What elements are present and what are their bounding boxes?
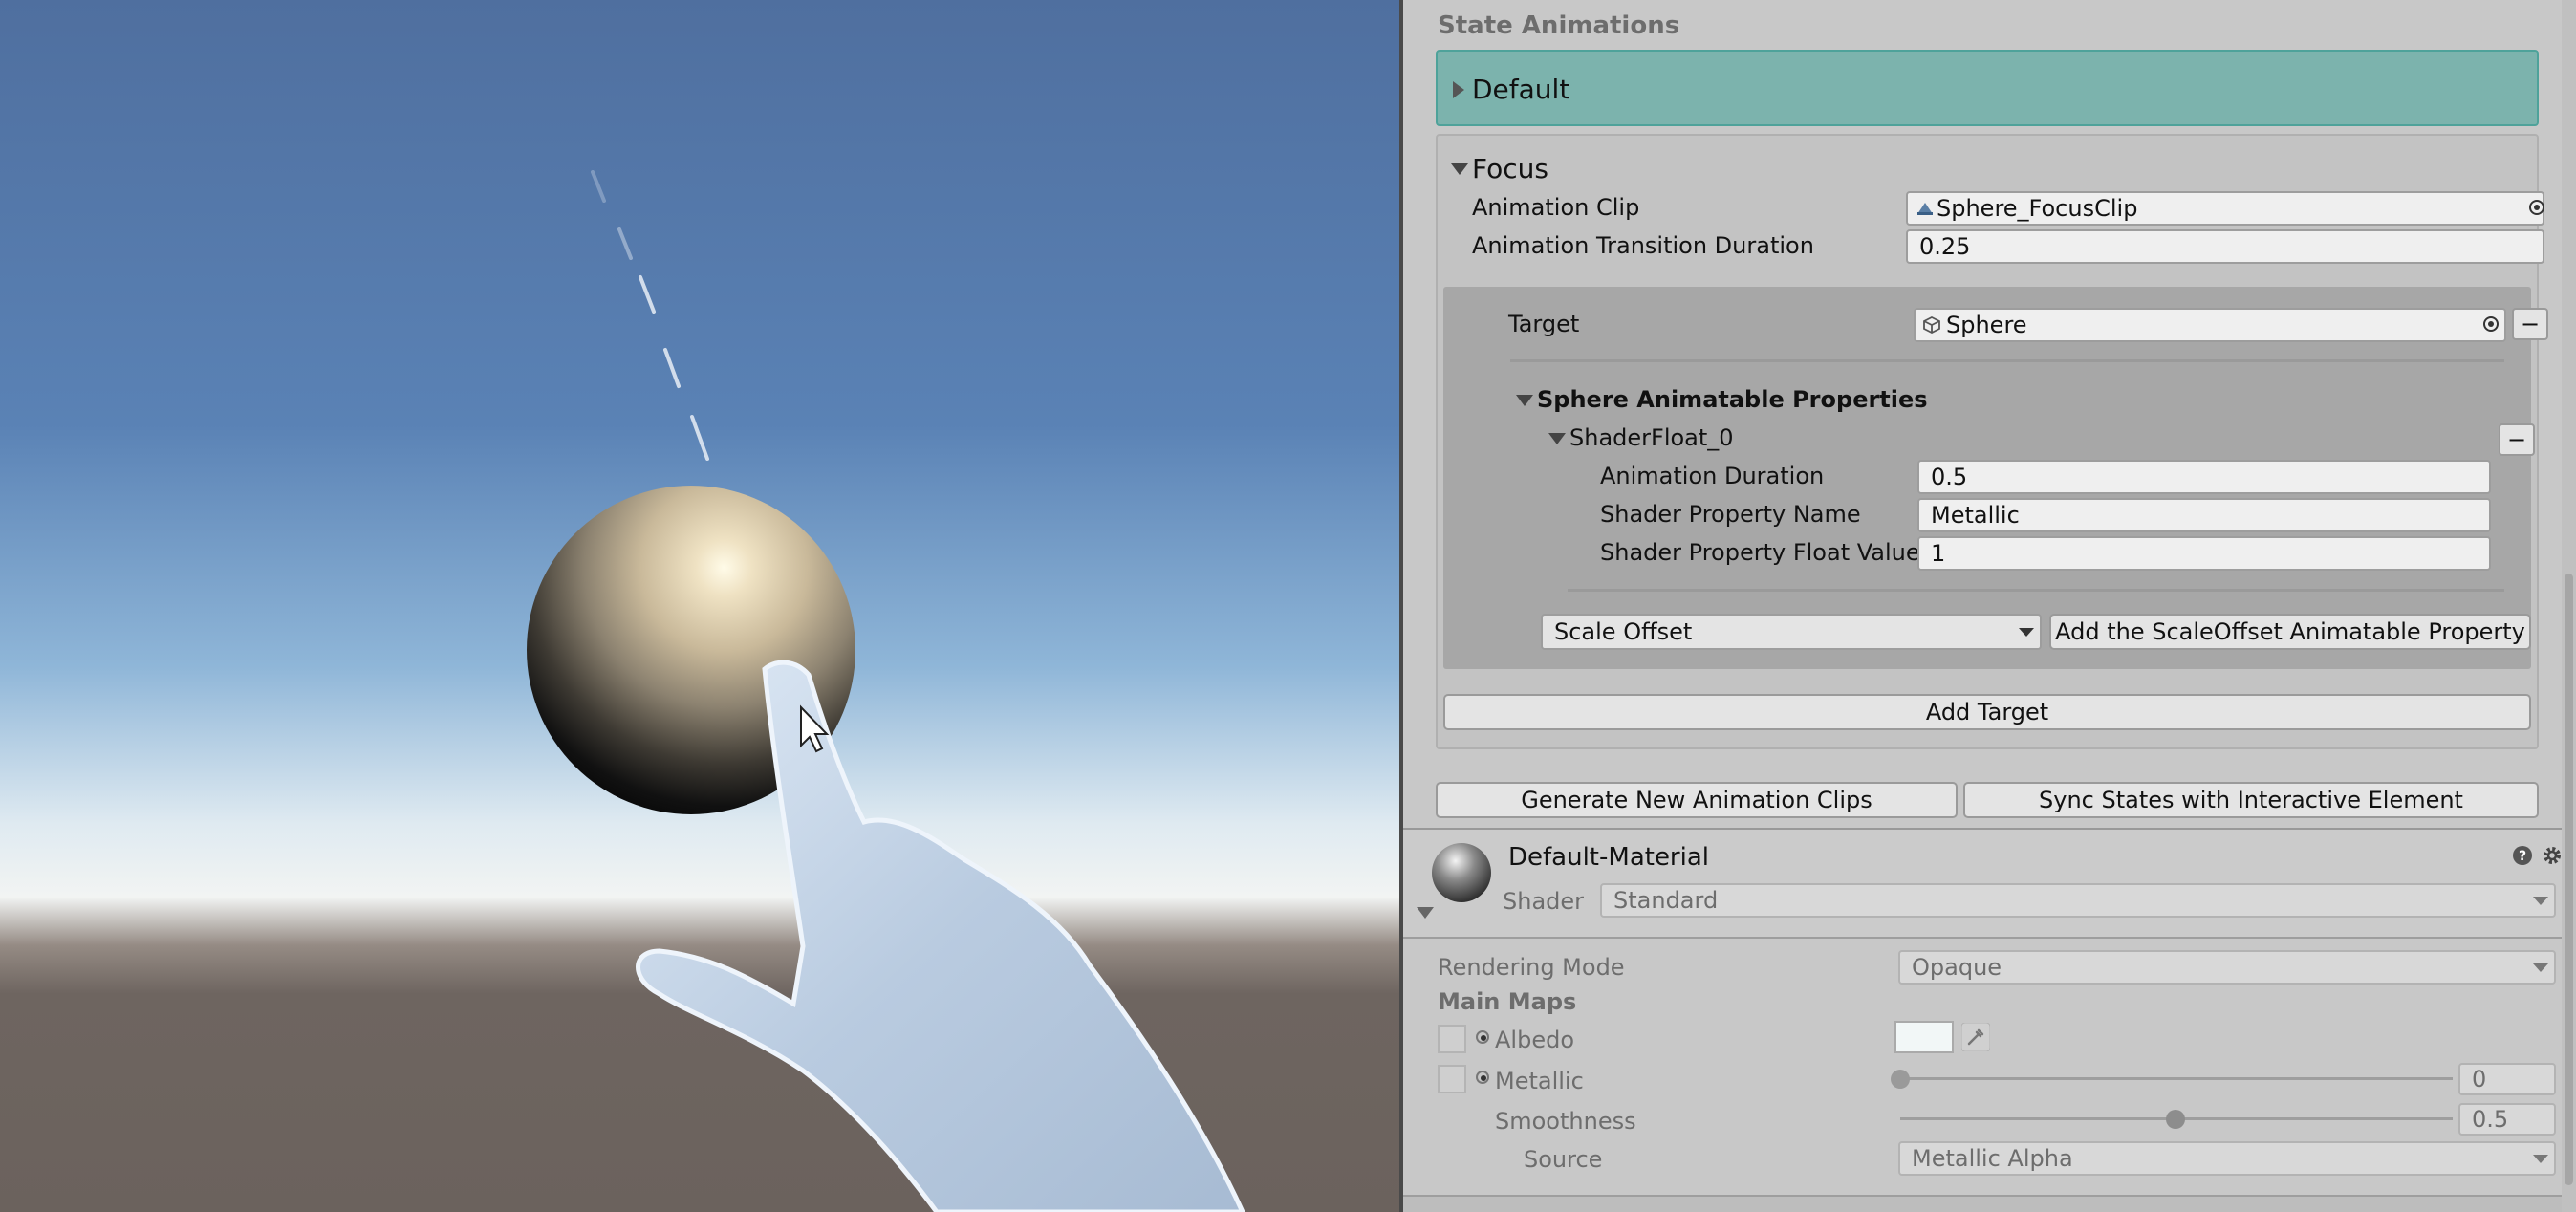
state-animations-title: State Animations	[1438, 11, 1680, 40]
rendering-mode-value: Opaque	[1912, 954, 2002, 981]
smoothness-slider-handle[interactable]	[2166, 1110, 2185, 1129]
metallic-value-input[interactable]: 0	[2458, 1063, 2556, 1095]
target-field[interactable]: Sphere	[1914, 308, 2506, 342]
transition-duration-value: 0.25	[1919, 233, 1971, 260]
property-type-dropdown[interactable]: Scale Offset	[1541, 614, 2042, 650]
animation-duration-label: Animation Duration	[1600, 463, 1825, 489]
shader-float-value-label: Shader Property Float Value	[1600, 539, 1920, 566]
shader-property-name-value: Metallic	[1931, 502, 2020, 529]
animation-duration-value: 0.5	[1931, 464, 1968, 490]
property-group-label[interactable]: ShaderFloat_0	[1569, 426, 1734, 449]
shader-float-value-value: 1	[1931, 540, 1946, 567]
collapsed-arrow-icon[interactable]	[1453, 81, 1464, 98]
generate-animation-clips-button[interactable]: Generate New Animation Clips	[1436, 782, 1958, 818]
state-focus-label[interactable]: Focus	[1472, 156, 1548, 183]
source-value: Metallic Alpha	[1912, 1145, 2073, 1172]
inspector-panel: State Animations Default Focus Animation…	[1403, 0, 2576, 1212]
albedo-color-swatch[interactable]	[1894, 1021, 1954, 1053]
sync-states-button[interactable]: Sync States with Interactive Element	[1963, 782, 2539, 818]
expanded-arrow-icon[interactable]	[1548, 433, 1566, 444]
shader-dropdown[interactable]: Standard	[1600, 883, 2556, 918]
chevron-down-icon	[2019, 628, 2034, 637]
expanded-arrow-icon[interactable]	[1417, 907, 1434, 919]
shader-property-name-input[interactable]: Metallic	[1917, 498, 2491, 532]
divider	[1403, 937, 2576, 939]
material-name: Default-Material	[1508, 843, 1710, 872]
source-dropdown[interactable]: Metallic Alpha	[1898, 1141, 2556, 1176]
object-picker-icon[interactable]	[2529, 200, 2544, 215]
chevron-down-icon	[2533, 1155, 2548, 1163]
property-type-value: Scale Offset	[1554, 618, 1693, 645]
state-default-foldout[interactable]: Default	[1436, 50, 2539, 126]
albedo-texture-slot[interactable]	[1438, 1025, 1466, 1053]
chevron-down-icon	[2533, 963, 2548, 972]
smoothness-value-input[interactable]: 0.5	[2458, 1103, 2556, 1136]
rendering-mode-dropdown[interactable]: Opaque	[1898, 950, 2556, 985]
animation-duration-input[interactable]: 0.5	[1917, 460, 2491, 494]
albedo-label: Albedo	[1495, 1027, 1575, 1053]
expanded-arrow-icon[interactable]	[1451, 163, 1468, 175]
add-animatable-property-button[interactable]: Add the ScaleOffset Animatable Property	[2049, 614, 2531, 650]
target-picker-icon[interactable]	[2483, 316, 2499, 332]
add-target-button[interactable]: Add Target	[1443, 694, 2531, 730]
svg-text:?: ?	[2519, 849, 2526, 864]
help-icon[interactable]: ?	[2512, 845, 2533, 866]
scrollbar-thumb[interactable]	[2565, 574, 2573, 1185]
remove-target-button[interactable]: −	[2512, 308, 2548, 340]
animation-clip-value: Sphere_FocusClip	[1937, 195, 2138, 222]
shader-float-value-input[interactable]: 1	[1917, 536, 2491, 571]
metallic-slider-handle[interactable]	[1891, 1070, 1910, 1089]
metallic-value: 0	[2472, 1066, 2487, 1093]
target-label: Target	[1508, 311, 1580, 337]
chevron-down-icon	[2533, 897, 2548, 905]
gameobject-cube-icon	[1923, 315, 1940, 335]
source-label: Source	[1524, 1146, 1603, 1173]
transition-duration-label: Animation Transition Duration	[1472, 232, 1814, 259]
smoothness-value: 0.5	[2472, 1106, 2509, 1133]
animation-clip-label: Animation Clip	[1472, 194, 1640, 221]
rendering-mode-label: Rendering Mode	[1438, 954, 1625, 981]
inspector-scrollbar[interactable]	[2562, 0, 2576, 1212]
remove-property-button[interactable]: −	[2499, 423, 2535, 456]
scene-view[interactable]	[0, 0, 1399, 1212]
gear-icon[interactable]	[2541, 844, 2564, 867]
animatable-properties-title[interactable]: Sphere Animatable Properties	[1537, 388, 1928, 411]
eyedropper-icon[interactable]	[1961, 1023, 1990, 1051]
metallic-texture-slot[interactable]	[1438, 1065, 1466, 1093]
divider	[1568, 589, 2504, 592]
shader-property-name-label: Shader Property Name	[1600, 501, 1861, 528]
state-default-label: Default	[1472, 74, 1570, 105]
shader-label: Shader	[1503, 888, 1585, 915]
main-maps-label: Main Maps	[1438, 988, 1577, 1015]
transition-duration-input[interactable]: 0.25	[1906, 229, 2544, 264]
metallic-picker-icon[interactable]	[1476, 1071, 1489, 1084]
metallic-slider-track[interactable]	[1900, 1077, 2453, 1080]
animation-clip-field[interactable]: Sphere_FocusClip	[1906, 191, 2544, 226]
animation-clip-icon	[1917, 203, 1933, 215]
clipped-content	[1403, 1195, 2576, 1212]
material-sphere-icon	[1432, 843, 1491, 902]
shader-value: Standard	[1613, 887, 1719, 914]
target-value: Sphere	[1946, 312, 2027, 338]
divider	[1510, 359, 2504, 362]
albedo-picker-icon[interactable]	[1476, 1030, 1489, 1044]
smoothness-label: Smoothness	[1495, 1108, 1636, 1135]
expanded-arrow-icon[interactable]	[1516, 395, 1533, 406]
metallic-label: Metallic	[1495, 1068, 1584, 1094]
